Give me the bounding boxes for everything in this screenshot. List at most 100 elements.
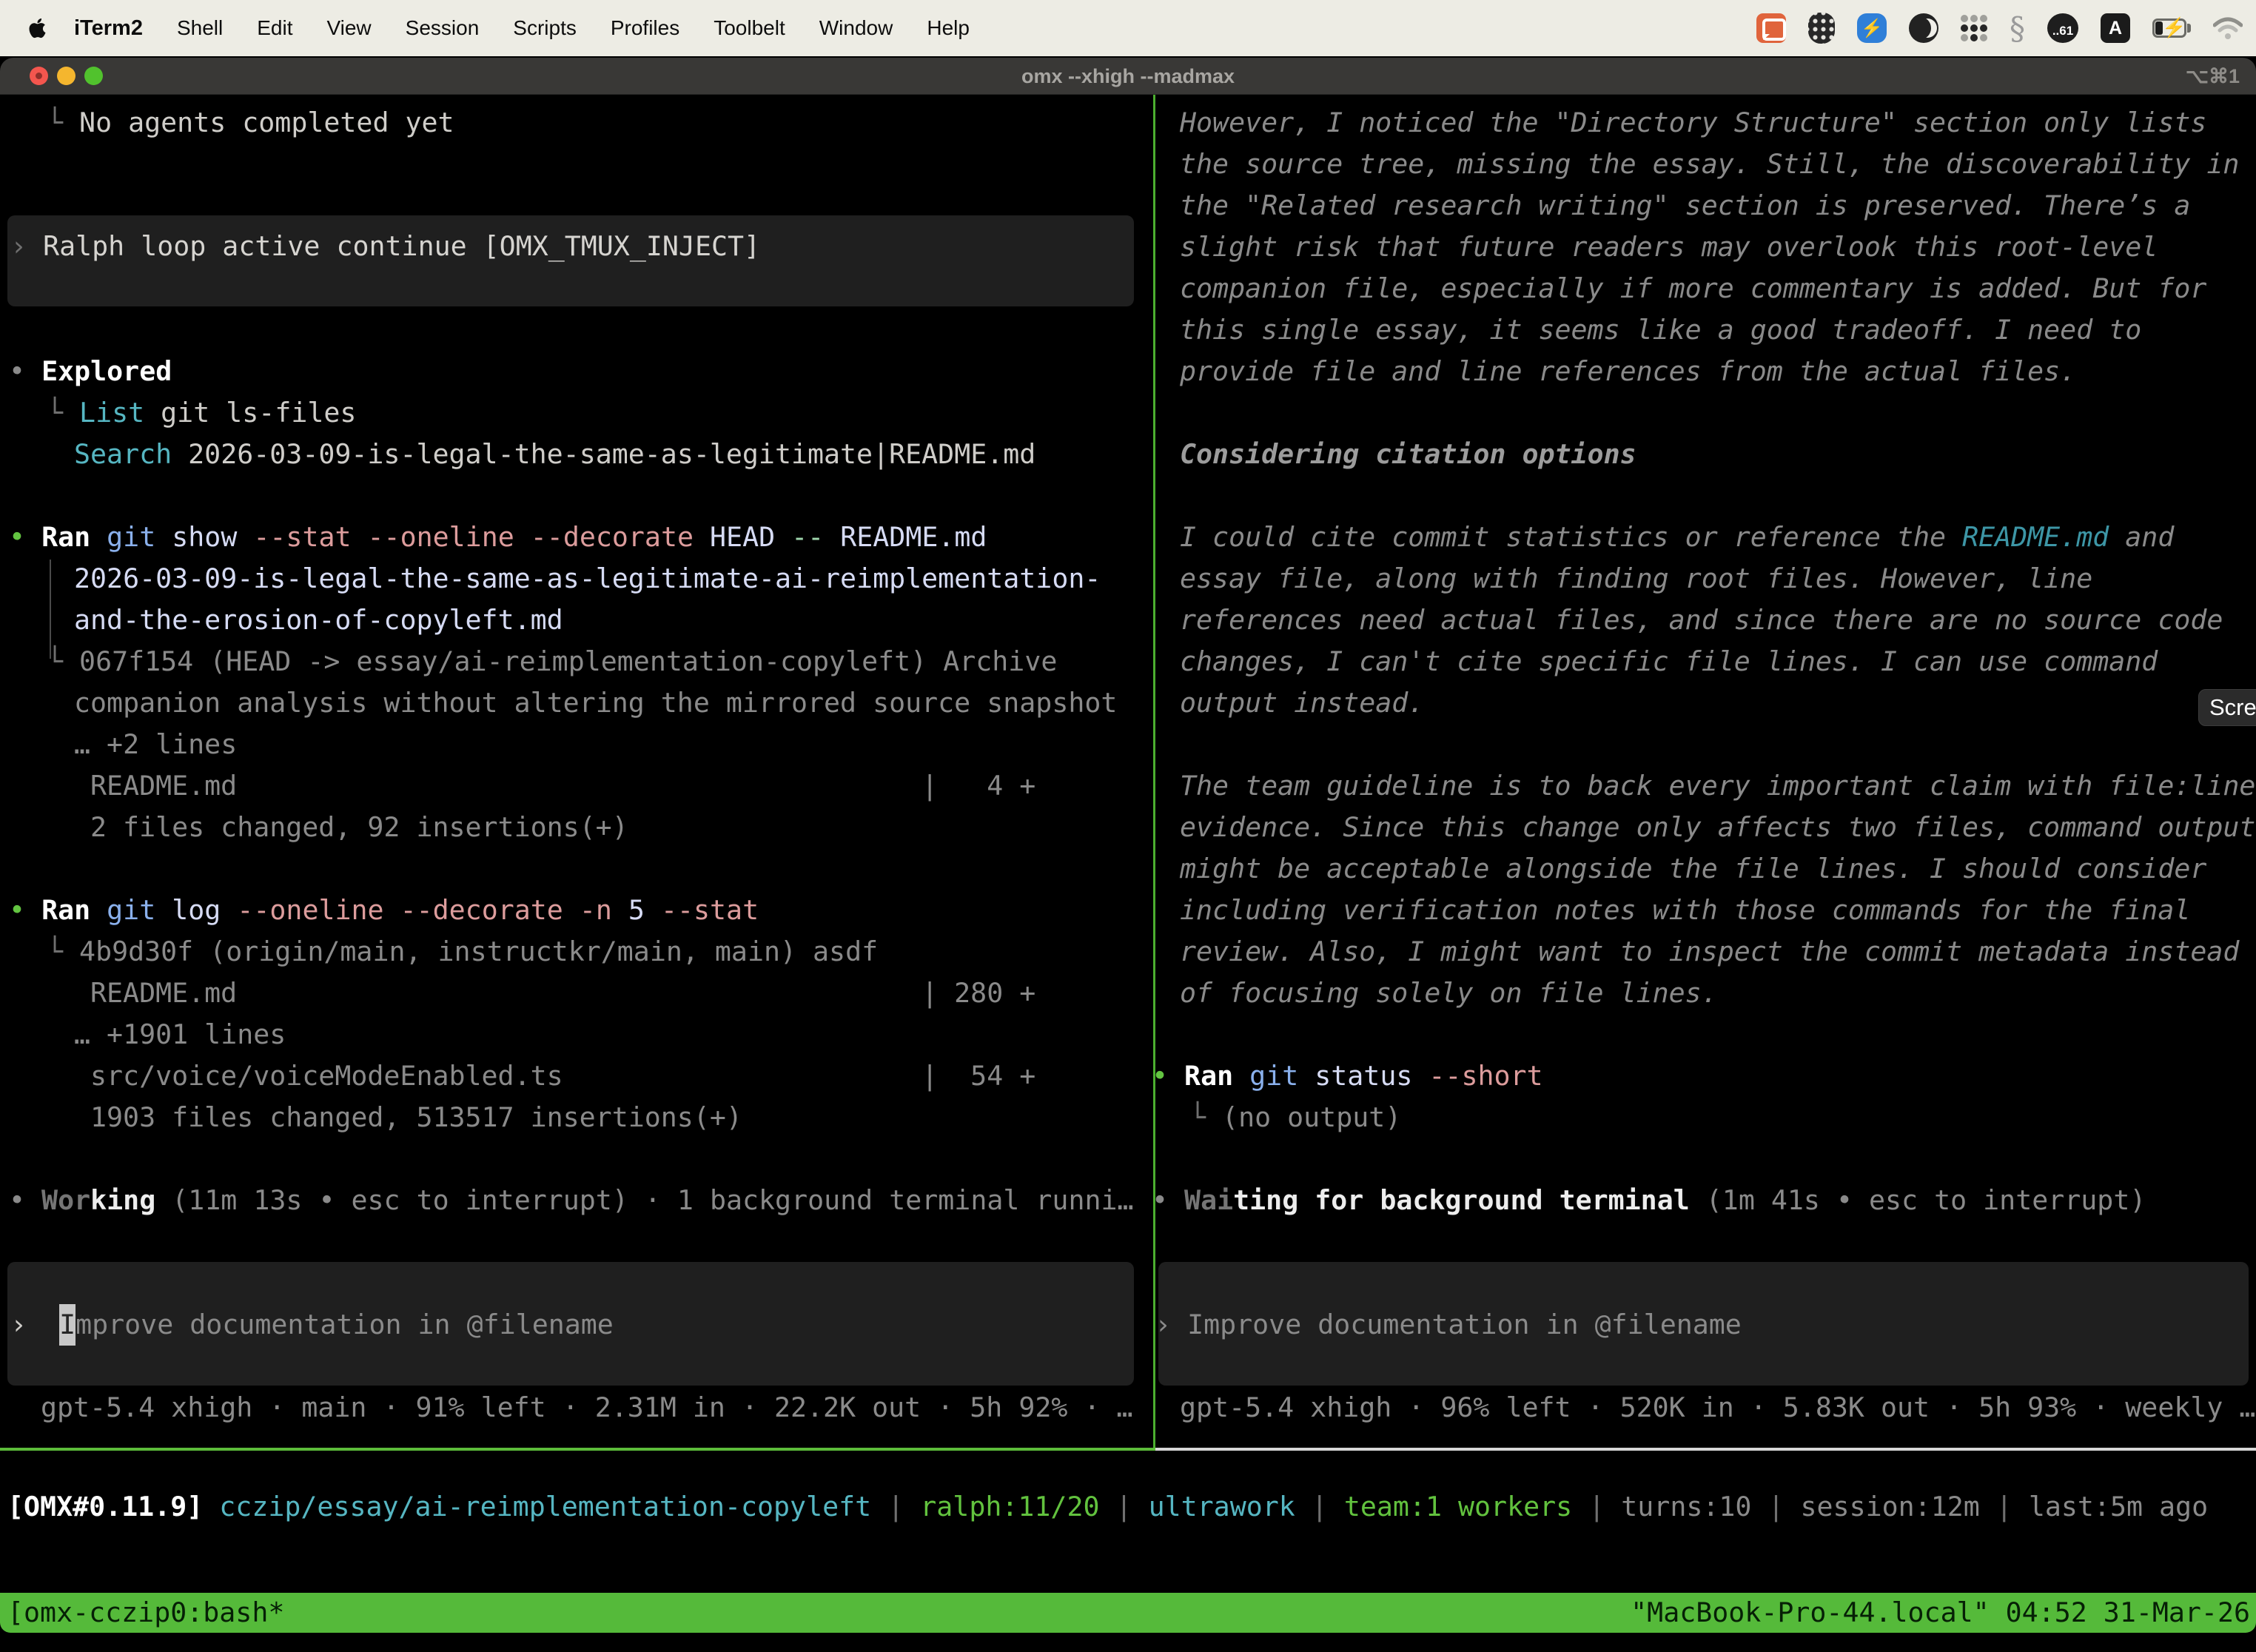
git-flag: --decorate [384, 894, 563, 926]
menu-item-profiles[interactable]: Profiles [594, 16, 696, 40]
prompt-chevron: › [10, 230, 27, 262]
tmux-host-clock: "MacBook-Pro-44.local" 04:52 31-Mar-26 [1631, 1593, 2250, 1633]
git-log-output1: └ 4b9d30f (origin/main, instructkr/main,… [47, 931, 878, 973]
ralph-counter: ralph:11/20 [920, 1491, 1099, 1522]
thinking-text: might be acceptable alongside the file l… [1180, 848, 2206, 890]
bullet-icon: • [9, 355, 25, 387]
bullet-icon: • [9, 894, 25, 926]
git-show-wrap1: 2026-03-09-is-legal-the-same-as-legitima… [74, 558, 1101, 600]
chat-app-icon[interactable] [1756, 13, 1786, 43]
list-keyword: List [79, 397, 144, 429]
commit-line: 067f154 (HEAD -> essay/ai-reimplementati… [79, 645, 1057, 677]
menu-item-view[interactable]: View [309, 16, 388, 40]
git-show-output2: companion analysis without altering the … [74, 682, 1117, 724]
thinking-text: slight risk that future readers may over… [1180, 226, 2158, 268]
inactive-pane-border [1155, 1448, 2256, 1451]
ran-label: Ran [1184, 1060, 1233, 1092]
git-word: git [90, 894, 155, 926]
apple-icon[interactable] [28, 17, 47, 39]
wifi-icon[interactable] [2213, 16, 2243, 40]
commit-line: 4b9d30f (origin/main, instructkr/main, m… [79, 936, 878, 967]
explored-search-line: Search 2026-03-09-is-legal-the-same-as-l… [74, 434, 1035, 475]
git-show-more-lines[interactable]: … +2 lines [74, 724, 237, 765]
thinking-text: this single essay, it seems like a good … [1180, 309, 2141, 351]
git-subcommand: show [155, 521, 237, 553]
thinking-heading: Considering citation options [1180, 434, 1636, 475]
ralph-inject-line: › Ralph loop active continue [OMX_TMUX_I… [10, 226, 760, 267]
ralph-inject-text: Ralph loop active continue [OMX_TMUX_INJ… [43, 230, 760, 262]
menu-item-iterm2[interactable]: iTerm2 [57, 16, 160, 41]
search-query: 2026-03-09-is-legal-the-same-as-legitima… [172, 438, 1035, 470]
menu-item-scripts[interactable]: Scripts [496, 16, 594, 40]
session-timer: session:12m [1801, 1491, 1980, 1522]
pie-chart-icon[interactable] [1909, 13, 1938, 43]
menu-item-help[interactable]: Help [910, 16, 987, 40]
window-title-bar: omx --xhigh --madmax ⌥⌘1 [0, 58, 2256, 95]
menu-item-edit[interactable]: Edit [240, 16, 309, 40]
pane-divider[interactable] [1153, 94, 1155, 1448]
working-detail: (11m 13s • esc to interrupt) · 1 backgro… [155, 1184, 1133, 1216]
close-button[interactable] [30, 67, 48, 85]
battery-icon[interactable]: ⚡ [2152, 19, 2191, 38]
thinking-text: However, I noticed the "Directory Struct… [1180, 102, 2206, 144]
tree-glyph: └ [47, 936, 79, 967]
menu-status-icons: ⚡ § ..61 A ⚡ [1756, 0, 2243, 56]
composer-placeholder: mprove documentation in @filename [75, 1309, 614, 1340]
search-keyword: Search [74, 438, 172, 470]
tree-glyph: └ [47, 397, 79, 429]
tree-glyph: └ [47, 645, 79, 677]
git-show-stat2: 2 files changed, 92 insertions(+) [90, 807, 628, 848]
shield-grid-icon[interactable] [1808, 13, 1835, 44]
waiting-label: ting for background terminal [1233, 1184, 1690, 1216]
window-shortcut-badge: ⌥⌘1 [2186, 58, 2240, 95]
zoom-button[interactable] [84, 67, 103, 85]
tmux-session-tab[interactable]: [omx-cczip0:bash* [7, 1593, 284, 1633]
separator: | [1100, 1491, 1149, 1522]
squiggle-icon[interactable]: § [2010, 10, 2025, 47]
thinking-text: companion file, especially if more comme… [1180, 268, 2206, 309]
screen-overlay-button[interactable]: Scre [2198, 689, 2256, 726]
lightning-app-icon[interactable]: ⚡ [1857, 13, 1887, 43]
right-composer-line[interactable]: › Improve documentation in @filename [1155, 1304, 1742, 1346]
keyboard-layout-icon[interactable]: A [2101, 13, 2130, 43]
git-log-more-lines[interactable]: … +1901 lines [74, 1014, 286, 1055]
thinking-text: review. Also, I might want to inspect th… [1180, 931, 2239, 973]
menu-item-window[interactable]: Window [802, 16, 910, 40]
dots-grid-icon[interactable] [1961, 15, 1987, 41]
thinking-text: including verification notes with those … [1180, 890, 2190, 931]
right-session-stats: gpt-5.4 xhigh · 96% left · 520K in · 5.8… [1180, 1387, 2255, 1428]
git-log-stat3: 1903 files changed, 513517 insertions(+) [90, 1097, 742, 1138]
git-log-stat2: src/voice/voiceModeEnabled.ts | 54 + [90, 1055, 1035, 1097]
list-command: git ls-files [144, 397, 356, 429]
left-composer-line[interactable]: › Improve documentation in @filename [10, 1304, 614, 1346]
separator: | [1295, 1491, 1344, 1522]
minimize-button[interactable] [57, 67, 75, 85]
separator: | [1751, 1491, 1800, 1522]
explored-list-line: └ List git ls-files [47, 392, 356, 434]
prompt-chevron: › [1155, 1309, 1171, 1340]
menu-item-shell[interactable]: Shell [160, 16, 240, 40]
git-arg: README.md [824, 521, 987, 553]
git-flag: --oneline [221, 894, 383, 926]
git-arg: 5 [612, 894, 645, 926]
thinking-text: essay file, along with finding root file… [1180, 558, 2092, 600]
separator: | [871, 1491, 920, 1522]
badge-61-icon[interactable]: ..61 [2047, 13, 2078, 43]
git-separator: -- [775, 521, 824, 553]
git-log-stat1: README.md | 280 + [90, 973, 1035, 1014]
git-log-command: • Ran git log --oneline --decorate -n 5 … [9, 890, 759, 931]
thinking-text: provide file and line references from th… [1180, 351, 2076, 392]
explored-header: • Explored [9, 351, 172, 392]
tree-glyph: └ [47, 107, 79, 138]
last-activity: last:5m ago [2029, 1491, 2208, 1522]
bullet-icon: • [1152, 1184, 1184, 1216]
waiting-status-line: • Waiting for background terminal (1m 41… [1152, 1180, 2146, 1221]
readme-link[interactable]: README.md [1962, 521, 2109, 553]
workspace-path: cczip/essay/ai-reimplementation-copyleft [203, 1491, 871, 1522]
git-flag: --stat [237, 521, 351, 553]
ran-label: Ran [41, 521, 90, 553]
menu-item-session[interactable]: Session [389, 16, 497, 40]
menu-item-toolbelt[interactable]: Toolbelt [696, 16, 802, 40]
menu-bar: iTerm2 Shell Edit View Session Scripts P… [0, 0, 2256, 56]
team-badge: team:1 workers [1344, 1491, 1572, 1522]
